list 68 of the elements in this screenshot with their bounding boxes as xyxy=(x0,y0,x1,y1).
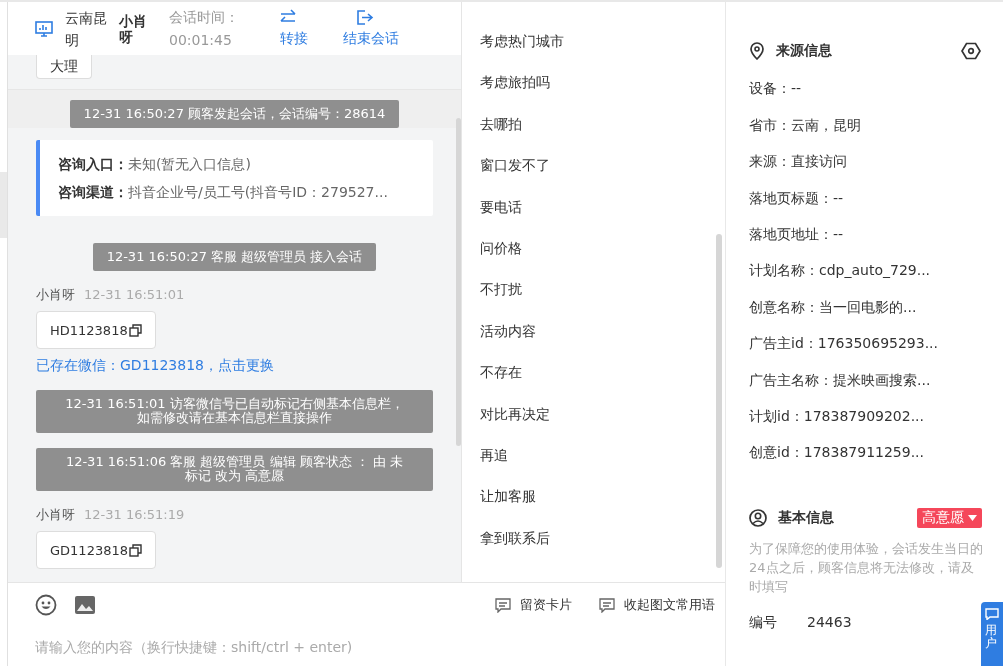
location-text: 云南昆明 xyxy=(65,8,108,50)
replace-wechat-link[interactable]: 已存在微信：GD1123818，点击更换 xyxy=(36,357,274,373)
scrollbar[interactable] xyxy=(716,234,722,568)
message-icon[interactable] xyxy=(599,597,615,613)
info-line: 咨询渠道：抖音企业号/员工号(抖音号ID：279527... xyxy=(58,183,389,202)
transfer-button[interactable]: 转接 xyxy=(279,9,309,48)
source-field: 广告主名称：提米映画搜索... xyxy=(749,369,1003,390)
image-icon[interactable] xyxy=(74,595,96,615)
message-text: 大理 xyxy=(50,57,78,76)
status-dropdown[interactable]: 高意愿 xyxy=(917,508,982,529)
quick-reply-item[interactable]: 不打扰 xyxy=(462,276,725,318)
quick-reply-item[interactable]: 问价格 xyxy=(462,234,725,277)
monitor-icon[interactable] xyxy=(35,19,53,38)
message-icon[interactable] xyxy=(495,597,511,613)
quick-reply-item[interactable]: 去哪拍 xyxy=(462,110,725,153)
info-line: 咨询入口：未知(暂无入口信息) xyxy=(58,155,252,174)
settings-icon[interactable] xyxy=(961,42,981,60)
quick-reply-item[interactable]: 活动内容 xyxy=(462,317,725,360)
timer-value: 00:01:45 xyxy=(169,30,233,50)
collapse-phrases-button[interactable]: 收起图文常用语 xyxy=(599,596,715,614)
source-field: 创意名称：当一回电影的... xyxy=(749,296,1003,317)
source-field: 省市：云南，昆明 xyxy=(749,114,1003,135)
field-value: 24463 xyxy=(807,614,852,633)
quick-reply-item[interactable]: 要电话 xyxy=(462,193,725,235)
section-title: 来源信息 xyxy=(776,42,832,60)
quick-reply-item[interactable]: 再追 xyxy=(462,441,725,484)
message-time: 12-31 16:51:01 xyxy=(84,287,185,302)
source-field: 落地页地址：-- xyxy=(749,223,1003,244)
logout-icon[interactable] xyxy=(356,9,374,26)
quick-reply-item[interactable]: 让加客服 xyxy=(462,483,725,525)
source-field: 计划名称：cdp_auto_729... xyxy=(749,260,1003,281)
location-pin-icon[interactable] xyxy=(749,42,765,60)
message-text: HD1123818 xyxy=(50,322,128,338)
quick-reply-item[interactable]: 考虑热门城市 xyxy=(462,28,725,70)
end-session-button[interactable]: 结束会话 xyxy=(343,9,399,48)
source-field: 设备：-- xyxy=(749,78,1003,99)
message-text: GD1123818 xyxy=(50,542,128,558)
quick-reply-item[interactable]: 对比再决定 xyxy=(462,400,725,442)
copy-icon[interactable] xyxy=(128,323,142,337)
caret-icon[interactable] xyxy=(968,515,977,522)
notice-text: 为了保障您的使用体验，会话发生当日的24点之后，顾客信息将无法修改，请及时填写 xyxy=(749,540,984,597)
system-message: 12-31 16:50:27 顾客发起会话，会话编号：28614 xyxy=(69,100,400,128)
user-icon[interactable] xyxy=(749,509,767,528)
sender-name: 小肖呀 xyxy=(36,507,75,522)
quick-reply-item[interactable]: 窗口发不了 xyxy=(462,152,725,194)
scrollbar[interactable] xyxy=(456,118,461,446)
source-field: 广告主id：176350695293... xyxy=(749,333,1003,354)
source-field: 来源：直接访问 xyxy=(749,151,1003,172)
system-message: 12-31 16:50:27 客服 超级管理员 接入会话 xyxy=(92,243,377,271)
copy-icon[interactable] xyxy=(129,543,142,557)
source-field: 计划id：178387909202... xyxy=(749,405,1003,426)
field-label: 编号 xyxy=(749,614,778,633)
sender-name: 小肖呀 xyxy=(36,287,75,302)
quick-reply-item[interactable]: 拿到联系后 xyxy=(462,524,725,567)
chat-icon[interactable] xyxy=(985,608,999,620)
quick-reply-item[interactable]: 考虑旅拍吗 xyxy=(462,69,725,111)
source-field: 创意id：178387911259... xyxy=(749,442,1003,463)
section-title: 基本信息 xyxy=(778,509,834,528)
timer-label: 会话时间： xyxy=(169,7,240,27)
system-notice: 12-31 16:51:06 客服 超级管理员 编辑 顾客状态 ： 由 未标记 改为 高意愿 xyxy=(36,448,433,491)
source-field: 落地页标题：-- xyxy=(749,187,1003,208)
message-time: 12-31 16:51:19 xyxy=(84,507,185,522)
system-notice: 12-31 16:51:01 访客微信号已自动标记右侧基本信息栏，如需修改请在基本信息栏直接操作 xyxy=(36,390,433,433)
user-tab[interactable]: 用户 xyxy=(981,602,1003,666)
customer-name: 小肖呀 xyxy=(119,12,148,45)
emoji-icon[interactable] xyxy=(35,594,57,616)
lead-card-button[interactable]: 留资卡片 xyxy=(495,596,572,614)
quick-reply-item[interactable]: 不存在 xyxy=(462,359,725,401)
